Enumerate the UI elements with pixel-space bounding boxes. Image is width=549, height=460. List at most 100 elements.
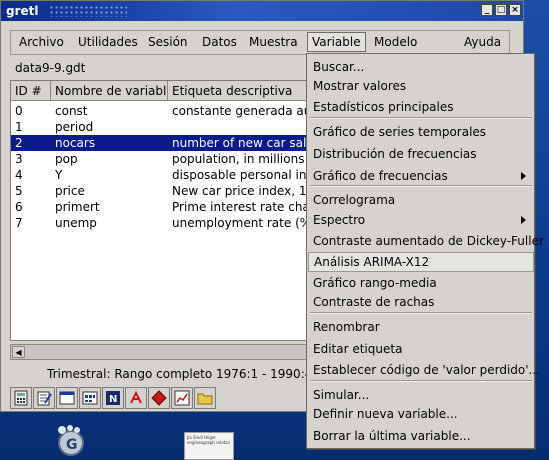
graph-icon[interactable] xyxy=(171,387,193,409)
menu-archivo[interactable]: Archivo xyxy=(19,35,64,49)
cell-id: 4 xyxy=(15,168,23,182)
notepad-icon[interactable] xyxy=(33,387,55,409)
menu-item-grafico-rango-media[interactable]: Gráfico rango-media xyxy=(308,273,534,293)
gnuplot-icon[interactable]: N xyxy=(102,387,124,409)
scroll-left-arrow-icon[interactable]: ◀ xyxy=(12,346,25,358)
variable-menu-dropdown: Buscar... Mostrar valores Estadísticos pri… xyxy=(306,53,544,449)
menu-item-label: Editar etiqueta xyxy=(313,342,403,356)
table-row[interactable]: 1 period xyxy=(11,119,309,135)
menu-item-borrar-ultima-variable[interactable]: Borrar la última variable... xyxy=(308,426,534,446)
menu-item-label: Simular... xyxy=(313,388,370,402)
menu-muestra[interactable]: Muestra xyxy=(249,35,298,49)
menu-item-label: Gráfico de frecuencias xyxy=(313,169,448,183)
menu-sesion[interactable]: Sesión xyxy=(148,35,188,49)
menu-item-correlograma[interactable]: Correlograma xyxy=(308,190,534,210)
menu-item-grafico-frecuencias[interactable]: Gráfico de frecuencias xyxy=(308,166,534,186)
menu-item-analisis-arima-x12[interactable]: Análisis ARIMA-X12 xyxy=(308,252,534,272)
menu-item-label: Borrar la última variable... xyxy=(313,429,471,443)
session-icon[interactable] xyxy=(79,387,101,409)
submenu-arrow-icon xyxy=(521,216,526,224)
status-bar: Trimestral: Rango completo 1976:1 - 1990… xyxy=(47,367,307,381)
cell-label: population, in millions xyxy=(172,152,305,166)
gnome-foot-icon[interactable]: G xyxy=(50,422,90,460)
menu-item-label: Establecer código de 'valor perdido'... xyxy=(313,363,540,377)
table-row[interactable]: 5 price New car price index, 1967 xyxy=(11,183,309,199)
menu-item-simular[interactable]: Simular... xyxy=(308,385,534,405)
menu-item-label: Gráfico rango-media xyxy=(313,276,437,290)
svg-text:N: N xyxy=(109,394,117,405)
column-header-name[interactable]: Nombre de variable xyxy=(51,81,168,101)
cell-id: 2 xyxy=(15,136,23,150)
cell-name: period xyxy=(55,120,94,134)
cell-label: constante generada automáticamente xyxy=(172,104,309,118)
menu-datos[interactable]: Datos xyxy=(202,35,237,49)
terminal-icon[interactable] xyxy=(56,387,78,409)
menu-item-distribucion-frecuencias[interactable]: Distribución de frecuencias xyxy=(308,144,534,164)
title-bar[interactable]: gretl _ □ × xyxy=(1,1,523,21)
column-header-id[interactable]: ID # xyxy=(11,81,51,101)
cell-label: Prime interest rate charged xyxy=(172,200,309,214)
close-button[interactable]: × xyxy=(509,4,521,16)
table-row[interactable]: 2 nocars number of new car sales xyxy=(11,135,309,151)
menu-item-contraste-rachas[interactable]: Contraste de rachas xyxy=(308,292,534,312)
menu-modelo[interactable]: Modelo xyxy=(374,35,417,49)
cell-name: unemp xyxy=(55,216,97,230)
menu-item-label: Gráfico de series temporales xyxy=(313,125,487,139)
menu-item-renombrar[interactable]: Renombrar xyxy=(308,317,534,337)
menu-item-buscar[interactable]: Buscar... xyxy=(308,57,534,77)
menu-separator xyxy=(310,312,532,314)
cell-id: 6 xyxy=(15,200,23,214)
variable-list[interactable]: ID # Nombre de variable Etiqueta descrip… xyxy=(10,80,310,341)
menu-variable[interactable]: Variable xyxy=(307,32,366,52)
menu-item-contraste-dickey-fuller[interactable]: Contraste aumentado de Dickey-Fuller xyxy=(308,231,544,251)
pdf-icon[interactable] xyxy=(125,387,147,409)
column-header-label[interactable]: Etiqueta descriptiva xyxy=(168,81,309,101)
horizontal-scrollbar[interactable]: ◀ xyxy=(10,344,310,360)
menu-separator xyxy=(310,185,532,187)
calculator-icon[interactable] xyxy=(10,387,32,409)
cell-name: price xyxy=(55,184,85,198)
menu-item-label: Contraste aumentado de Dickey-Fuller xyxy=(313,234,544,248)
title-decoration xyxy=(49,5,127,17)
cell-label: disposable personal income xyxy=(172,168,309,182)
menu-item-mostrar-valores[interactable]: Mostrar valores xyxy=(308,76,534,96)
menu-item-grafico-series-temporales[interactable]: Gráfico de series temporales xyxy=(308,122,534,142)
menu-item-label: Mostrar valores xyxy=(313,79,407,93)
cell-label: New car price index, 1967 xyxy=(172,184,309,198)
menu-item-label: Contraste de rachas xyxy=(313,295,435,309)
maximize-button[interactable]: □ xyxy=(495,4,507,16)
cell-label: number of new car sales xyxy=(172,136,309,150)
menu-item-establecer-valor-perdido[interactable]: Establecer código de 'valor perdido'... xyxy=(308,360,540,380)
folder-icon[interactable] xyxy=(194,387,216,409)
menu-item-estadisticos-principales[interactable]: Estadísticos principales xyxy=(308,97,534,117)
dataset-filename: data9-9.gdt xyxy=(15,61,86,75)
menu-item-label: Estadísticos principales xyxy=(313,100,454,114)
cell-name: pop xyxy=(55,152,78,166)
cell-id: 0 xyxy=(15,104,23,118)
cell-label: unemployment rate (%) xyxy=(172,216,309,230)
menu-item-label: Renombrar xyxy=(313,320,380,334)
table-row[interactable]: 7 unemp unemployment rate (%) xyxy=(11,215,309,231)
menu-bar: Archivo Utilidades Sesión Datos Muestra … xyxy=(10,30,510,55)
table-row[interactable]: 6 primert Prime interest rate charged xyxy=(11,199,309,215)
menu-item-definir-nueva-variable[interactable]: Definir nueva variable... xyxy=(308,404,534,424)
cell-id: 1 xyxy=(15,120,23,134)
menu-utilidades[interactable]: Utilidades xyxy=(78,35,138,49)
menu-item-label: Definir nueva variable... xyxy=(313,407,458,421)
menu-separator xyxy=(310,380,532,382)
table-row[interactable]: 0 const constante generada automáticamente xyxy=(11,103,309,119)
document-desktop-icon[interactable]: Jia Sindi Hiiger engineograph relatzo xyxy=(184,432,234,460)
submenu-arrow-icon xyxy=(521,172,526,180)
scripts-icon[interactable] xyxy=(148,387,170,409)
menu-ayuda[interactable]: Ayuda xyxy=(464,35,501,49)
cell-name: Y xyxy=(55,168,63,182)
cell-id: 7 xyxy=(15,216,23,230)
table-row[interactable]: 3 pop population, in millions xyxy=(11,151,309,167)
menu-item-label: Espectro xyxy=(313,213,366,227)
table-row[interactable]: 4 Ydisposable personal income xyxy=(11,167,309,183)
minimize-button[interactable]: _ xyxy=(481,4,493,16)
cell-name: nocars xyxy=(55,136,96,150)
menu-item-editar-etiqueta[interactable]: Editar etiqueta xyxy=(308,339,534,359)
menu-item-espectro[interactable]: Espectro xyxy=(308,210,534,230)
menu-item-label: Correlograma xyxy=(313,193,396,207)
